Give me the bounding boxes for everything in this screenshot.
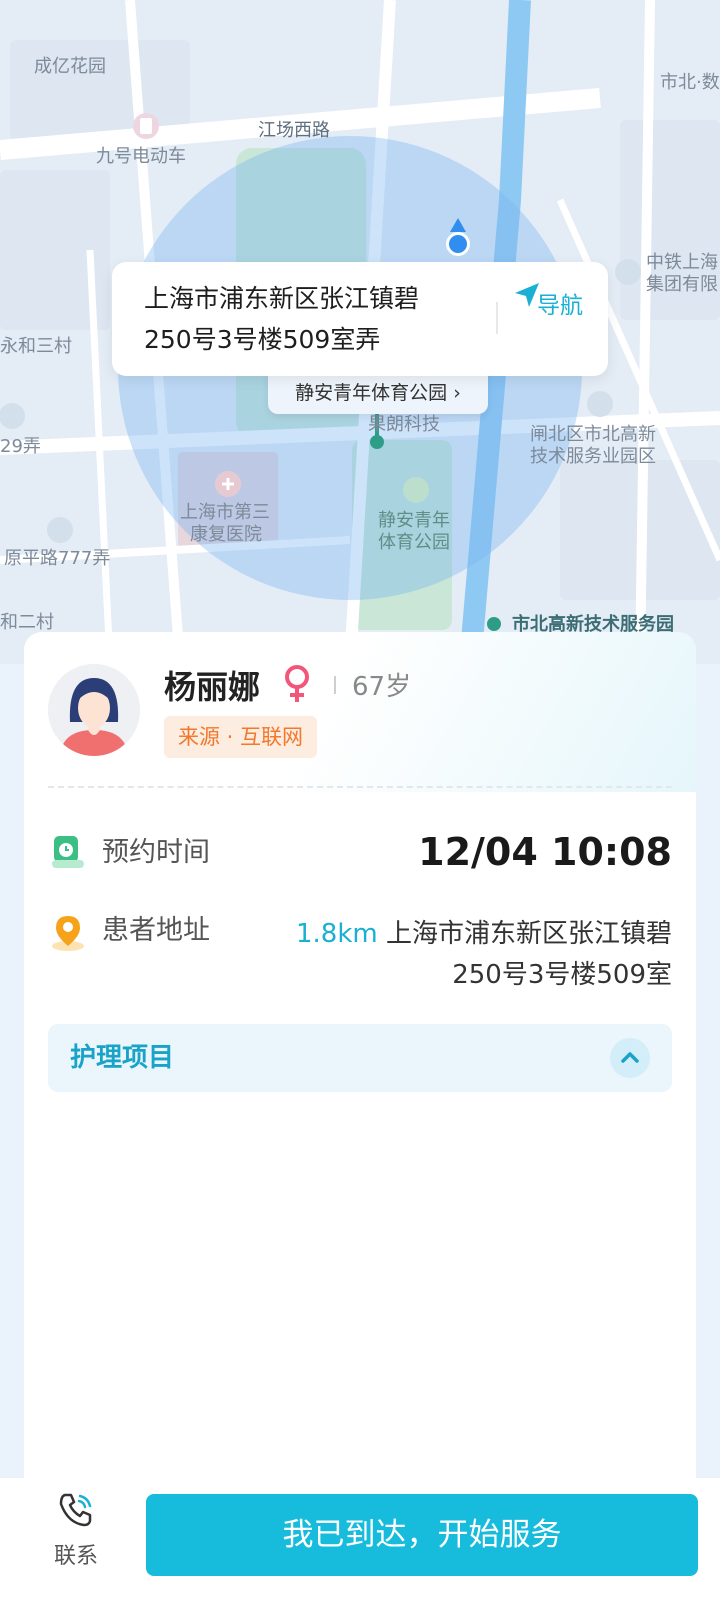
patient-age: 67岁	[352, 672, 412, 702]
female-gender-icon	[285, 665, 309, 702]
map-label-lane-29: 29弄	[0, 436, 41, 457]
patient-address: 1.8km 上海市浦东新区张江镇碧250号3号楼509室	[292, 914, 672, 996]
map-label-tech: 果朗科技	[368, 414, 440, 435]
patient-name: 杨丽娜	[164, 668, 261, 706]
chevron-up-icon	[621, 1052, 639, 1063]
poi-chip-label: 静安青年体育公园 ›	[295, 382, 461, 404]
map-label-yonghe-2: 和二村	[0, 612, 54, 633]
map-label-yonghe-3: 永和三村	[0, 336, 72, 357]
map-label-crcc-1: 中铁上海	[646, 252, 718, 273]
patient-address-label: 患者地址	[102, 915, 210, 946]
contact-button[interactable]: 联系	[38, 1490, 114, 1580]
address-distance: 1.8km	[295, 919, 378, 949]
map-label-zhabei-2: 技术服务业园区	[530, 446, 656, 467]
location-pin-icon	[52, 916, 84, 951]
female-avatar-icon	[48, 664, 140, 756]
appointment-time-value: 12/04 10:08	[418, 830, 672, 874]
popup-divider	[496, 302, 498, 334]
map-label-jiangchang-road: 江场西路	[258, 120, 330, 141]
map-label-zhabei-1: 闸北区市北高新	[530, 424, 656, 445]
map-label-jingan-park-1: 静安青年	[378, 510, 450, 531]
appointment-clock-icon	[52, 836, 84, 868]
map-label-rehab-1: 上海市第三	[180, 502, 270, 523]
source-badge: 来源 · 互联网	[164, 716, 318, 758]
patient-card: 杨丽娜 67岁 来源 · 互联网 预约时间 12/04 10:08 患者地址 1…	[24, 632, 696, 1478]
map-label-crcc-2: 集团有限	[646, 274, 718, 295]
address-text: 上海市浦东新区张江镇碧250号3号楼509室	[385, 919, 672, 990]
address-popup: 上海市浦东新区张江镇碧250号3号楼509室弄 导航	[112, 262, 608, 376]
map-label-yuanping: 原平路777弄	[4, 548, 111, 569]
arrived-start-service-button[interactable]: 我已到达，开始服务	[146, 1494, 698, 1576]
popup-address: 上海市浦东新区张江镇碧250号3号楼509室弄	[144, 284, 420, 354]
contact-label: 联系	[53, 1544, 98, 1569]
navigate-button[interactable]: 导航	[512, 280, 608, 360]
poi-chip-jingan-park[interactable]: 静安青年体育公园 ›	[268, 372, 488, 414]
dashed-divider	[48, 786, 672, 788]
map-label-rehab-2: 康复医院	[190, 524, 262, 545]
collapse-button[interactable]	[610, 1038, 650, 1078]
avatar	[48, 664, 140, 756]
care-items-header[interactable]: 护理项目	[48, 1024, 672, 1092]
map-label-chengyi-garden: 成亿花园	[34, 56, 106, 77]
map-label-jiuhao-ev: 九号电动车	[96, 146, 186, 167]
bottom-action-bar: 联系 我已到达，开始服务	[0, 1478, 720, 1608]
care-items-title: 护理项目	[70, 1043, 175, 1073]
navigation-arrow-icon	[515, 283, 539, 307]
name-age-separator	[334, 676, 336, 694]
map-view[interactable]: 成亿花园 江场西路 九号电动车 市北·数 中铁上海 集团有限 永和三村 29弄 …	[0, 0, 720, 664]
map-label-shibei-data: 市北·数	[660, 72, 720, 93]
map-label-jingan-park-2: 体育公园	[378, 532, 450, 553]
phone-icon	[59, 1493, 92, 1527]
appointment-time-label: 预约时间	[102, 837, 210, 868]
